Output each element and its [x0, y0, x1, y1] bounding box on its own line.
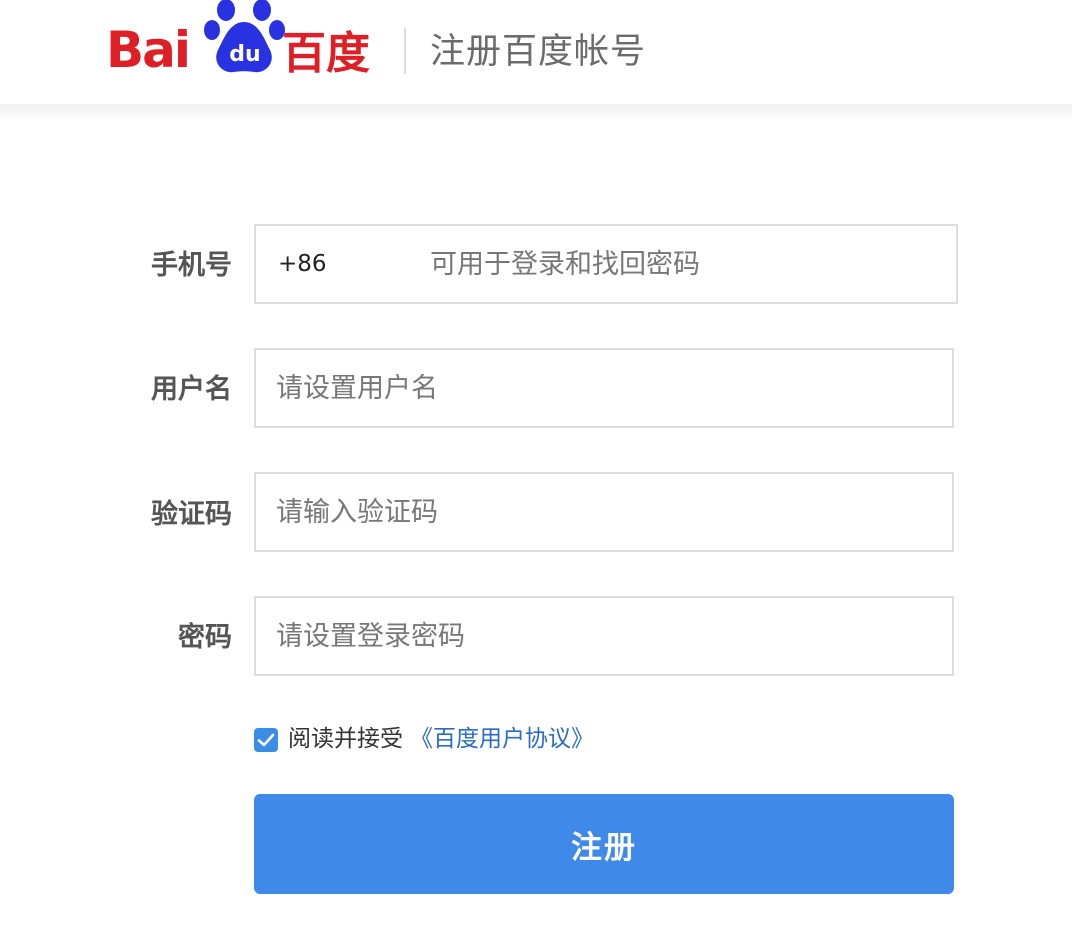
phone-field: +86: [254, 224, 958, 304]
password-label: 密码: [178, 622, 232, 653]
username-field: [254, 348, 954, 428]
logo-latin-text: Bai: [106, 21, 191, 79]
baidu-paw-icon: du: [204, 0, 285, 73]
user-agreement-link[interactable]: 《百度用户协议》: [410, 724, 594, 754]
page-header: Bai du 百度 注册百度帐号: [0, 0, 1072, 104]
username-input[interactable]: [256, 350, 952, 426]
header-shadow: [0, 104, 1072, 118]
captcha-label: 验证码: [151, 499, 232, 530]
password-input[interactable]: [256, 598, 952, 674]
agreement-text: 阅读并接受: [288, 726, 403, 752]
checkmark-icon: [257, 733, 275, 747]
logo-chinese-text: 百度: [282, 28, 370, 79]
password-field: [254, 596, 954, 676]
captcha-input[interactable]: [256, 474, 952, 550]
header-divider: [404, 28, 406, 74]
phone-input[interactable]: [410, 226, 950, 302]
captcha-field: [254, 472, 954, 552]
baidu-logo[interactable]: Bai du 百度: [106, 0, 378, 80]
phone-label: 手机号: [151, 250, 232, 281]
logo-paw-text: du: [229, 42, 260, 67]
register-button[interactable]: 注册: [254, 794, 954, 894]
page-title: 注册百度帐号: [430, 32, 647, 72]
phone-country-code[interactable]: +86: [278, 248, 327, 280]
username-label: 用户名: [151, 374, 232, 405]
agreement-checkbox[interactable]: [254, 728, 278, 752]
